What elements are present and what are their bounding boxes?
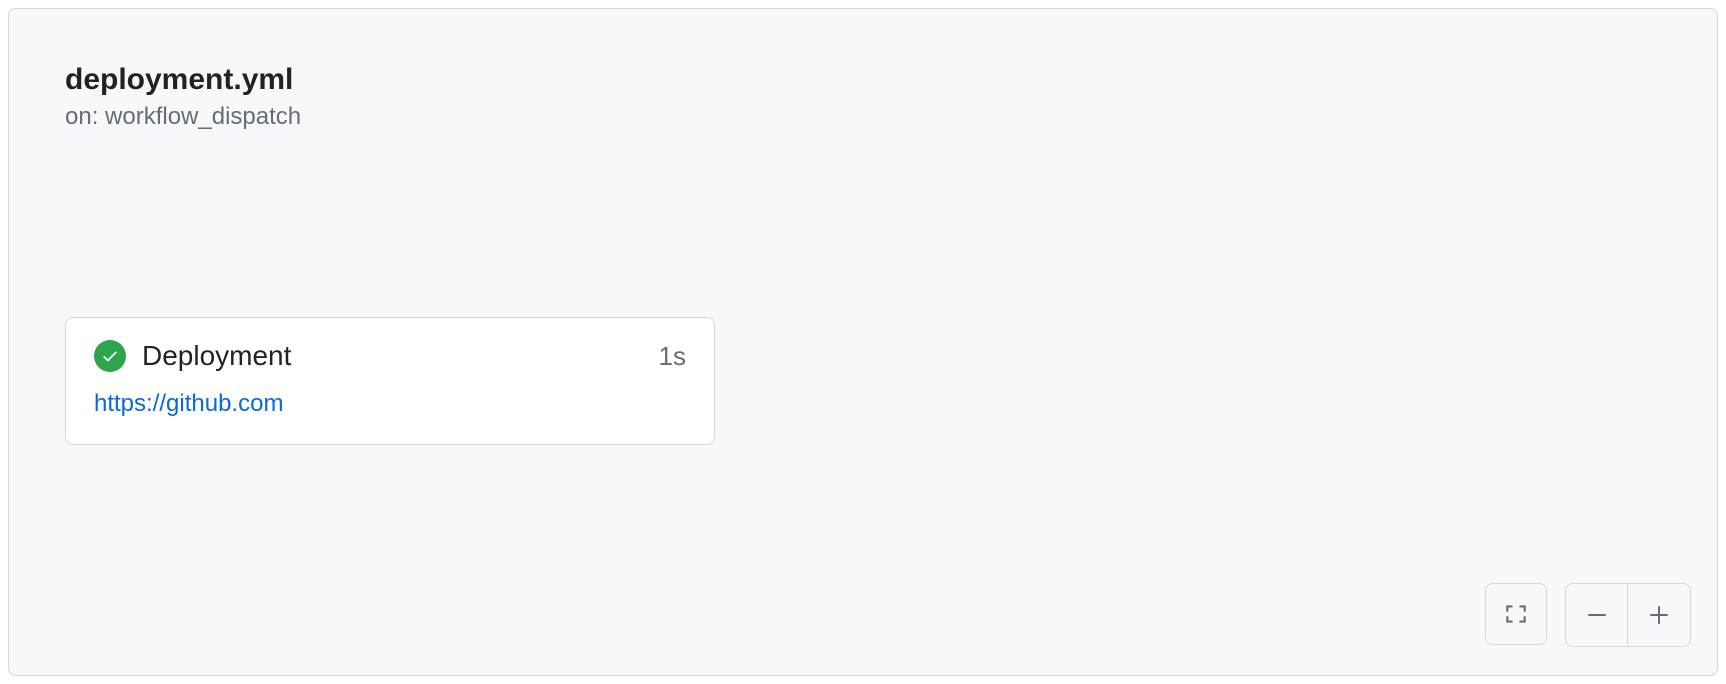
workflow-title: deployment.yml — [65, 63, 1661, 97]
zoom-in-button[interactable] — [1628, 584, 1690, 646]
workflow-graph-container: deployment.yml on: workflow_dispatch Dep… — [8, 8, 1718, 676]
minus-icon — [1585, 603, 1609, 627]
job-duration: 1s — [659, 341, 686, 372]
job-environment-url-link[interactable]: https://github.com — [94, 390, 686, 418]
zoom-controls — [1485, 583, 1691, 647]
fullscreen-icon — [1503, 601, 1529, 627]
zoom-out-button[interactable] — [1566, 584, 1628, 646]
success-check-icon — [94, 340, 126, 372]
workflow-trigger: on: workflow_dispatch — [65, 103, 1661, 131]
job-name: Deployment — [142, 340, 643, 372]
fit-to-screen-button[interactable] — [1485, 583, 1547, 645]
zoom-button-group — [1565, 583, 1691, 647]
plus-icon — [1647, 603, 1671, 627]
job-card-deployment[interactable]: Deployment 1s https://github.com — [65, 317, 715, 445]
job-header: Deployment 1s — [94, 340, 686, 372]
